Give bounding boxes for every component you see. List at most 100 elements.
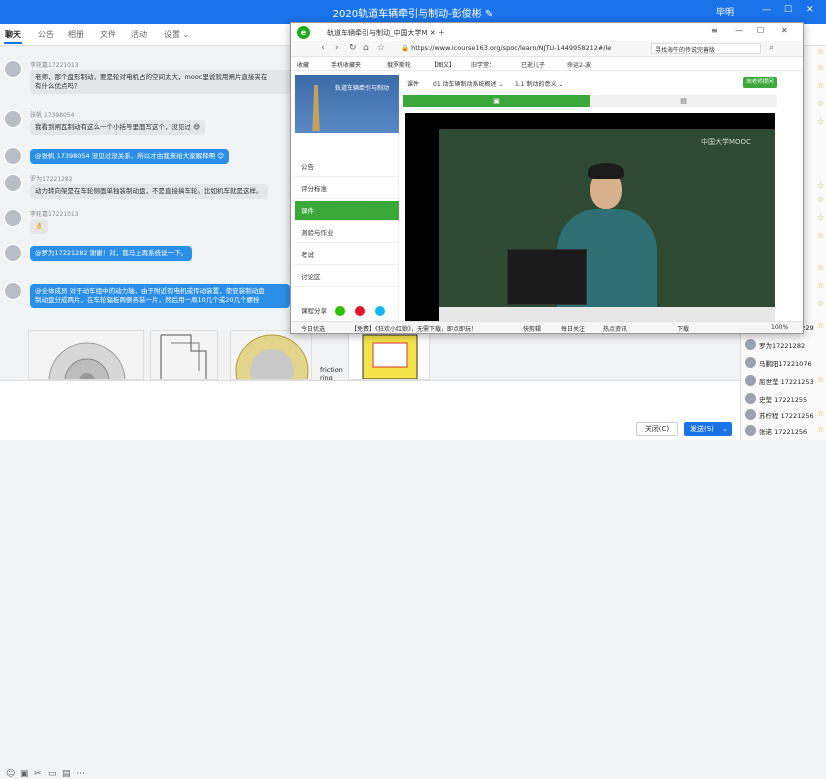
- avatar[interactable]: [4, 282, 22, 300]
- status-item[interactable]: 【免费】《狂欢小红娘》，无需下载，即点即玩！: [351, 324, 477, 333]
- wechat-icon[interactable]: [335, 306, 345, 316]
- course-menu-notice[interactable]: 公告: [295, 157, 399, 177]
- avatar[interactable]: [4, 244, 22, 262]
- search-icon[interactable]: ⌕: [769, 43, 774, 53]
- member-name: 史莹 17221255: [759, 396, 808, 404]
- status-item[interactable]: 快剪辑: [523, 324, 541, 333]
- close-button[interactable]: 关闭(C): [636, 422, 678, 436]
- close-window-button[interactable]: ✕: [806, 5, 814, 15]
- emoji-icon[interactable]: ☺: [6, 769, 15, 779]
- sender-name: 李轮嘉17221013: [30, 211, 79, 218]
- lesson-select[interactable]: 1.1 制动的意义 ⌄: [515, 79, 563, 88]
- maximize-button[interactable]: ☐: [784, 5, 792, 15]
- brake-photo-image[interactable]: [28, 330, 144, 380]
- weibo-icon[interactable]: [355, 306, 365, 316]
- member-item[interactable]: 罗为17221282: [745, 338, 825, 352]
- message-bubble: 老师，那个盘形制动，要是轮对电机占的空间太大，mooc里说就用闸片直接夹在 有什…: [30, 70, 320, 94]
- bookmark-item[interactable]: 【图文】: [431, 60, 455, 69]
- minimize-button[interactable]: —: [735, 26, 743, 35]
- status-item[interactable]: 热点资讯: [603, 324, 627, 333]
- course-title: 轨道车辆牵引与制动: [335, 85, 390, 92]
- tab-chat[interactable]: 聊天: [4, 29, 22, 44]
- member-item[interactable]: 张诺 17221256 ☆: [745, 424, 825, 438]
- member-item[interactable]: 史莹 17221255: [745, 392, 825, 406]
- window-titlebar: 2020轨道车辆牵引与制动-彭俊彬 ✎ 毕明 — ☐ ✕: [0, 0, 826, 24]
- message-text: 我看到闸瓦制动有这么一个小括号里面写这个，没见过: [35, 123, 191, 131]
- video-tab[interactable]: ▣: [403, 95, 590, 107]
- course-content: 课件 01 动车辆制动系统概述 ⌄ 1.1 制动的意义 ⌄ 向老师提问 ▣ ▤ …: [403, 73, 801, 321]
- bookmark-item[interactable]: 手机收藏夹: [331, 60, 361, 69]
- tab-settings[interactable]: 设置 ⌄: [164, 29, 189, 40]
- folder-icon[interactable]: ▭: [48, 769, 57, 779]
- star-icon: ☆: [817, 47, 825, 56]
- status-item[interactable]: 今日优选: [301, 324, 325, 333]
- chapter-select[interactable]: 01 动车辆制动系统概述 ⌄: [433, 79, 503, 88]
- message-text: 有什么优点吗？: [35, 82, 81, 90]
- video-player[interactable]: 中国大学MOOC: [405, 113, 775, 321]
- chevron-down-icon[interactable]: ⌄: [722, 425, 728, 433]
- tab-activity[interactable]: 活动: [131, 29, 147, 40]
- tab-album[interactable]: 相册: [68, 29, 84, 40]
- back-icon[interactable]: ‹: [321, 43, 325, 53]
- course-menu-courseware[interactable]: 课件: [295, 201, 399, 221]
- bookmark-item[interactable]: 收藏: [297, 60, 309, 69]
- scissors-icon[interactable]: ✂: [34, 769, 42, 779]
- embarrassed-emoji-icon: 😅: [193, 123, 200, 131]
- browser-window[interactable]: e 轨道车辆牵引与制动_中国大学M ✕ ＋ ≡ — ☐ ✕ ‹ › ↻ ⌂ ☆ …: [290, 22, 804, 334]
- message-text: 制动盘分成两片，在车轮辐板两侧各装一片，然后用一周10几个或20几个螺栓: [35, 296, 260, 304]
- pencil-icon[interactable]: ✎: [485, 9, 493, 20]
- gif-icon[interactable]: ▣: [20, 769, 29, 779]
- course-menu-exam[interactable]: 考试: [295, 245, 399, 265]
- image-icon[interactable]: ▤: [62, 769, 71, 779]
- tab-files[interactable]: 文件: [100, 29, 116, 40]
- avatar[interactable]: [4, 60, 22, 78]
- avatar[interactable]: [4, 110, 22, 128]
- menu-icon[interactable]: ≡: [711, 26, 718, 35]
- tab-notice[interactable]: 公告: [38, 29, 54, 40]
- input-area[interactable]: ☺ ▣ ✂ ▭ ▤ ⋯: [0, 380, 740, 779]
- member-item[interactable]: 苏柠程 17221256 ☆: [745, 408, 825, 422]
- window-title: 2020轨道车辆牵引与制动-彭俊彬 ✎: [332, 9, 494, 20]
- ask-teacher-button[interactable]: 向老师提问: [743, 77, 777, 88]
- member-name: 罗为17221282: [759, 342, 806, 350]
- course-menu-quiz[interactable]: 测验与作业: [295, 223, 399, 243]
- bookmark-item[interactable]: 俄罗斯轮: [387, 60, 411, 69]
- qq-icon[interactable]: [375, 306, 385, 316]
- refresh-icon[interactable]: ↻: [349, 43, 357, 53]
- diagram-image[interactable]: [348, 330, 430, 380]
- maximize-button[interactable]: ☐: [757, 26, 764, 35]
- course-menu-forum[interactable]: 讨论区: [295, 267, 399, 287]
- breadcrumb[interactable]: 课件: [407, 79, 419, 88]
- status-item[interactable]: 每日关注: [561, 324, 585, 333]
- zoom-level[interactable]: 100%: [771, 324, 788, 331]
- bookmark-item[interactable]: 命运2-波: [567, 60, 591, 69]
- message-bubble: 👌: [30, 219, 49, 234]
- address-bar[interactable]: 🔒 https://www.icourse163.org/spoc/learn/…: [401, 44, 651, 52]
- section-line-drawing: [160, 334, 207, 379]
- message-bubble: 动力转向架是在车轮侧面单独装制动盘，不是直接搞车轮。比如机车就是这样。: [30, 184, 268, 199]
- disc-photo-image[interactable]: [230, 330, 312, 380]
- brake-section-drawing-image[interactable]: [150, 330, 218, 380]
- star-icon[interactable]: ☆: [377, 43, 385, 53]
- avatar: [745, 339, 756, 350]
- status-item[interactable]: 下载: [677, 324, 689, 333]
- course-menu-grading[interactable]: 评分标准: [295, 179, 399, 199]
- minimize-button[interactable]: —: [762, 5, 771, 15]
- member-item[interactable]: 马鹏阳17221076: [745, 356, 825, 370]
- document-tab[interactable]: ▤: [590, 95, 777, 107]
- close-window-button[interactable]: ✕: [781, 26, 788, 35]
- avatar[interactable]: [4, 147, 22, 165]
- avatar[interactable]: [4, 209, 22, 227]
- search-input[interactable]: 寻找海牛的传说完善版: [651, 43, 761, 54]
- more-icon[interactable]: ⋯: [76, 769, 85, 779]
- bookmark-item[interactable]: 已逝儿子: [521, 60, 545, 69]
- member-item[interactable]: 屈世莹 17221253 ☆: [745, 374, 825, 388]
- send-button[interactable]: 发送(S) ⌄: [684, 422, 732, 436]
- bookmark-item[interactable]: 旧学堂：: [471, 60, 495, 69]
- browser-tab[interactable]: 轨道车辆牵引与制动_中国大学M ✕ ＋: [327, 28, 445, 38]
- avatar[interactable]: [4, 174, 22, 192]
- star-icon: ☆: [817, 117, 825, 126]
- home-icon[interactable]: ⌂: [363, 43, 369, 53]
- forward-icon[interactable]: ›: [335, 43, 339, 53]
- course-share: 课程分享: [295, 301, 399, 321]
